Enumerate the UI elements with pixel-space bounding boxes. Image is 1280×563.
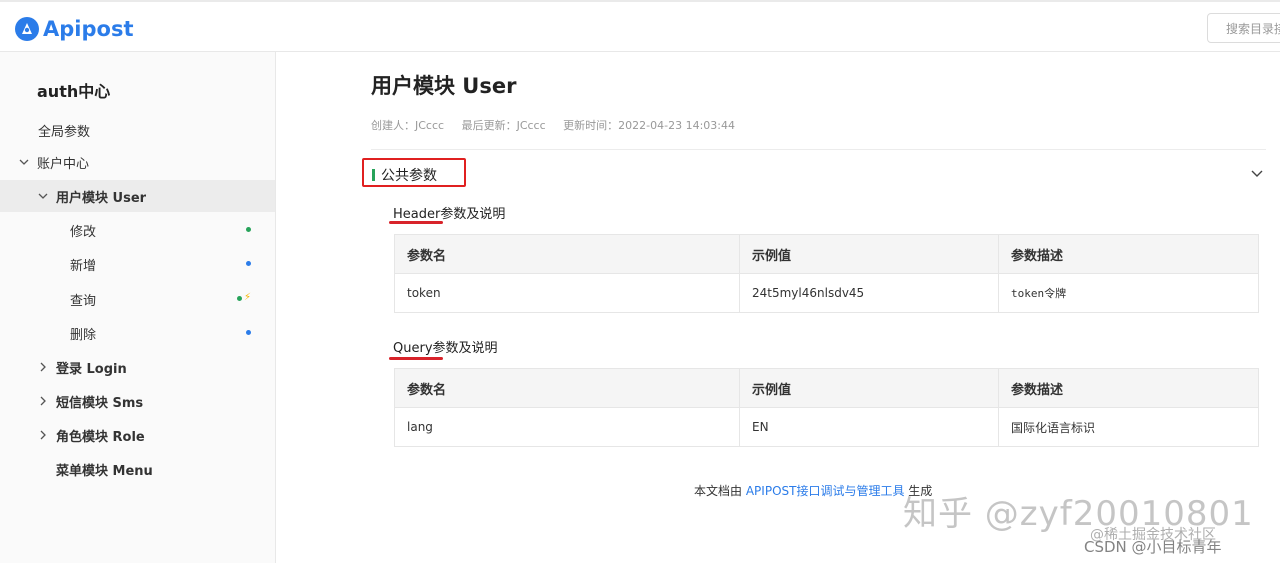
column-header: 参数描述 <box>998 368 1259 408</box>
table-header-row: 参数名 示例值 参数描述 <box>394 234 1259 274</box>
section-title: 公共参数 <box>381 168 437 184</box>
chevron-down-icon[interactable] <box>1251 167 1263 179</box>
table-header-row: 参数名 示例值 参数描述 <box>394 368 1259 408</box>
csdn-watermark: CSDN @小目标青年 <box>1084 538 1222 556</box>
table-row: lang EN 国际化语言标识 <box>394 407 1259 447</box>
column-header: 参数名 <box>394 234 740 274</box>
query-params-title: Query参数及说明 <box>393 341 498 356</box>
sidebar-item-menu[interactable]: 菜单模块 Menu <box>0 453 275 485</box>
sidebar-item-sms[interactable]: 短信模块 Sms <box>0 385 275 417</box>
sidebar-item-user-module[interactable]: 用户模块 User <box>0 180 275 212</box>
footer-note: 本文档由 APIPOST接口调试与管理工具 生成 <box>694 482 932 499</box>
table-cell: lang <box>394 407 740 447</box>
search-input[interactable]: 搜索目录接口 <box>1207 13 1280 43</box>
apipost-link[interactable]: APIPOST接口调试与管理工具 <box>746 484 905 498</box>
table-cell: 国际化语言标识 <box>998 407 1259 447</box>
table-cell: 24t5myl46nlsdv45 <box>739 273 999 313</box>
sidebar-item-edit[interactable]: 修改 <box>0 214 275 246</box>
page-title: 用户模块 User <box>371 74 517 98</box>
apipost-logo-icon <box>15 17 39 41</box>
status-dot <box>246 261 251 266</box>
sidebar-item-label: 修改 <box>70 224 97 240</box>
chevron-down-icon <box>38 193 48 199</box>
status-dot <box>246 330 251 335</box>
annotation-underline <box>389 357 443 360</box>
sidebar-item-label: 全局参数 <box>38 124 91 140</box>
sidebar-title: auth中心 <box>37 82 111 101</box>
public-params-section-header[interactable]: 公共参数 <box>362 158 466 187</box>
sidebar-item-label: 新增 <box>70 258 97 274</box>
column-header: 参数名 <box>394 368 740 408</box>
table-cell: EN <box>739 407 999 447</box>
column-header: 示例值 <box>739 234 999 274</box>
chevron-down-icon <box>19 159 29 165</box>
sidebar-item-label: 删除 <box>70 327 97 343</box>
sidebar-item-role[interactable]: 角色模块 Role <box>0 419 275 451</box>
sidebar: auth中心 全局参数 账户中心 用户模块 User 修改 新增 查询 ⚡ 删除… <box>0 52 276 563</box>
chevron-right-icon <box>40 396 46 406</box>
column-header: 示例值 <box>739 368 999 408</box>
status-dot <box>246 227 251 232</box>
sidebar-item-label: 账户中心 <box>37 156 90 172</box>
sidebar-item-label: 登录 Login <box>56 361 127 377</box>
chevron-right-icon <box>40 362 46 372</box>
divider <box>371 149 1266 150</box>
updater-text: 最后更新：JCccc <box>461 119 546 132</box>
sidebar-item-account-center[interactable]: 账户中心 <box>0 146 275 178</box>
status-dot <box>237 296 242 301</box>
table-cell: token令牌 <box>998 273 1259 313</box>
header-params-table: 参数名 示例值 参数描述 token 24t5myl46nlsdv45 toke… <box>394 234 1259 313</box>
app-logo[interactable]: Apipost <box>14 16 133 42</box>
creator-text: 创建人：JCccc <box>371 119 445 132</box>
sidebar-item-label: 菜单模块 Menu <box>56 463 153 479</box>
sidebar-item-label: 用户模块 User <box>56 190 147 206</box>
annotation-underline <box>389 221 443 224</box>
sidebar-item-label: 短信模块 Sms <box>56 395 144 411</box>
lightning-icon: ⚡ <box>244 292 252 303</box>
sidebar-item-label: 角色模块 Role <box>56 429 145 445</box>
app-name: Apipost <box>43 17 134 41</box>
sidebar-item-global-params[interactable]: 全局参数 <box>0 114 275 146</box>
section-marker <box>372 169 375 181</box>
top-bar: Apipost 搜索目录接口 <box>0 0 1280 52</box>
sidebar-item-login[interactable]: 登录 Login <box>0 351 275 383</box>
table-cell: token <box>394 273 740 313</box>
doc-meta: 创建人：JCccc 最后更新：JCccc 更新时间：2022-04-23 14:… <box>371 117 749 133</box>
footer-prefix: 本文档由 <box>694 484 743 498</box>
chevron-right-icon <box>40 430 46 440</box>
table-row: token 24t5myl46nlsdv45 token令牌 <box>394 273 1259 313</box>
header-params-title: Header参数及说明 <box>393 207 506 222</box>
sidebar-item-delete[interactable]: 删除 <box>0 317 275 349</box>
updated-time-text: 更新时间：2022-04-23 14:03:44 <box>563 119 735 132</box>
sidebar-item-label: 查询 <box>70 293 97 309</box>
query-params-table: 参数名 示例值 参数描述 lang EN 国际化语言标识 <box>394 368 1259 447</box>
column-header: 参数描述 <box>998 234 1259 274</box>
sidebar-item-add[interactable]: 新增 <box>0 248 275 280</box>
sidebar-item-query[interactable]: 查询 ⚡ <box>0 283 275 315</box>
